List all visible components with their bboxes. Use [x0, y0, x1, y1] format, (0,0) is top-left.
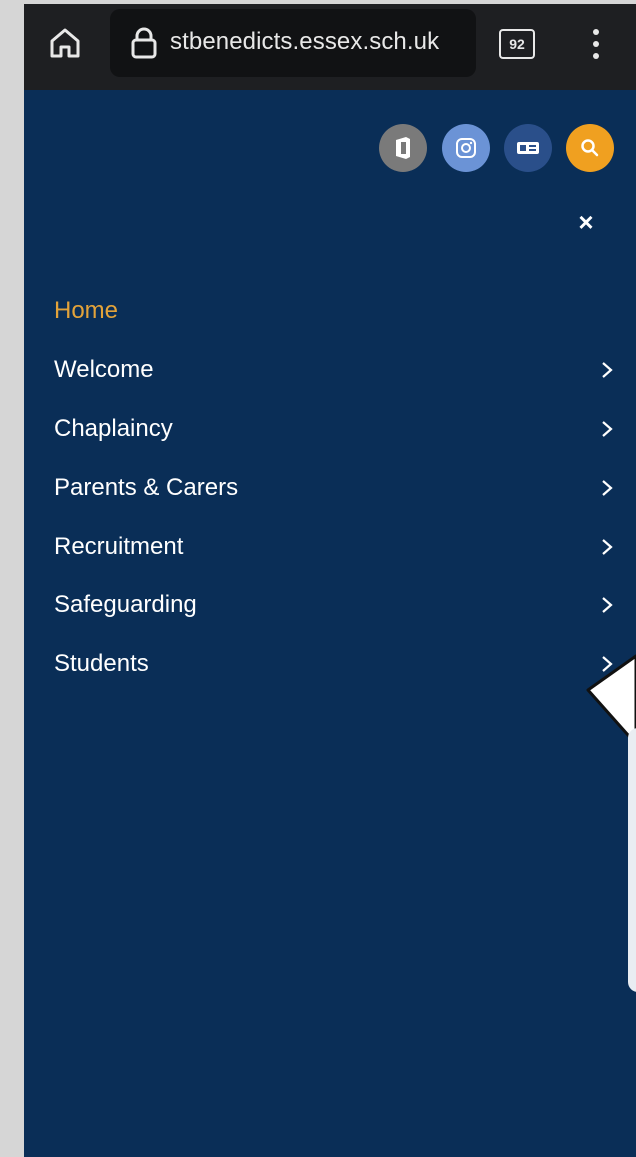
more-options-icon[interactable]: [586, 24, 606, 64]
nav-item-recruitment[interactable]: Recruitment: [54, 523, 614, 571]
office-button[interactable]: [379, 124, 427, 172]
chevron-right-icon[interactable]: [600, 477, 614, 499]
browser-toolbar: stbenedicts.essex.sch.uk 92: [24, 4, 636, 90]
chevron-right-icon[interactable]: [600, 418, 614, 440]
search-button[interactable]: [566, 124, 614, 172]
nav-item-label: Students: [54, 650, 149, 677]
nav-item-label: Safeguarding: [54, 591, 197, 618]
pointer-arrow-shape: [586, 654, 636, 744]
instagram-icon: [456, 138, 476, 158]
instagram-button[interactable]: [442, 124, 490, 172]
lock-icon: [131, 27, 157, 59]
nav-item-label: Recruitment: [54, 533, 184, 560]
side-tab-handle[interactable]: [628, 728, 636, 992]
nav-item-home[interactable]: Home: [54, 287, 614, 335]
nav-item-chaplaincy[interactable]: Chaplaincy: [54, 405, 614, 453]
nav-item-label: Parents & Carers: [54, 474, 239, 501]
nav-item-label: Home: [54, 297, 119, 324]
tab-switcher-button[interactable]: 92: [499, 29, 535, 59]
close-menu-button[interactable]: ×: [570, 202, 602, 242]
nav-item-label: Chaplaincy: [54, 415, 173, 442]
office-icon: [396, 137, 410, 159]
chevron-right-icon[interactable]: [600, 359, 614, 381]
url-text[interactable]: stbenedicts.essex.sch.uk: [170, 28, 439, 56]
nav-item-welcome[interactable]: Welcome: [54, 346, 614, 394]
chevron-right-icon[interactable]: [600, 594, 614, 616]
nav-item-label: Welcome: [54, 356, 154, 383]
phone-screen: stbenedicts.essex.sch.uk 92 × Home Welco…: [24, 4, 636, 1157]
search-icon: [581, 139, 599, 157]
chevron-right-icon[interactable]: [600, 536, 614, 558]
nav-item-safeguarding[interactable]: Safeguarding: [54, 581, 614, 629]
nav-item-parents-carers[interactable]: Parents & Carers: [54, 464, 614, 512]
home-icon[interactable]: [48, 26, 82, 60]
translate-button[interactable]: [504, 124, 552, 172]
nav-item-students[interactable]: Students: [54, 640, 614, 688]
translate-icon: [517, 142, 539, 154]
